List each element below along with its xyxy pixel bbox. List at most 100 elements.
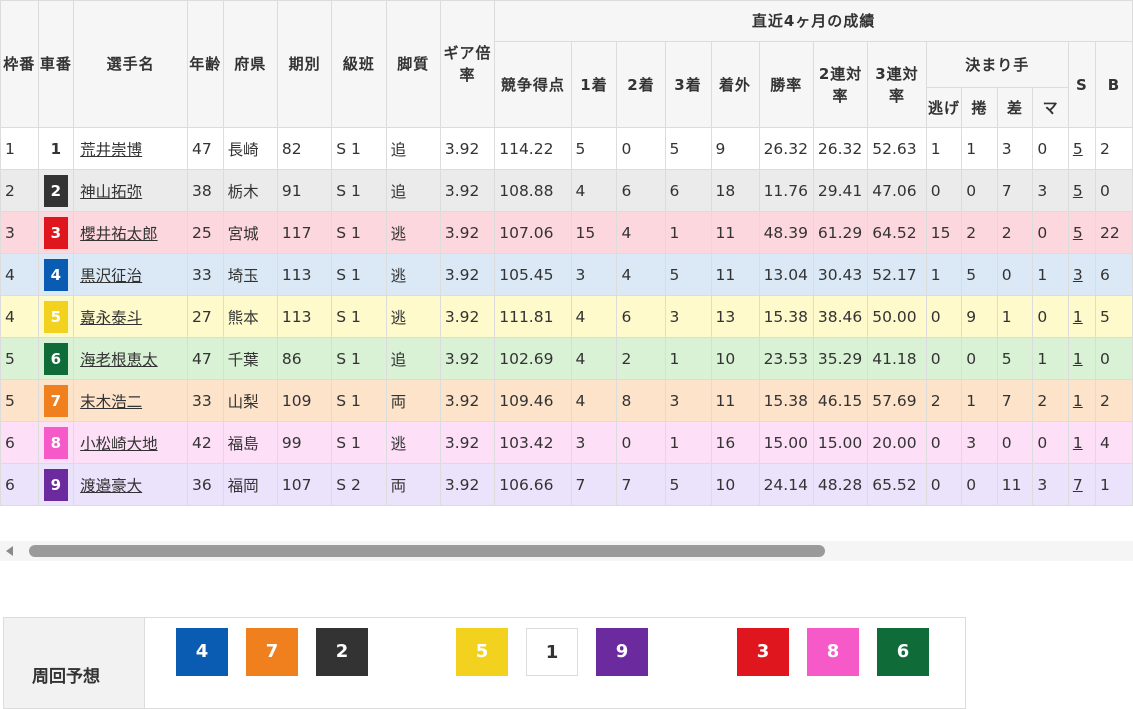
s-count-link[interactable]: 1 xyxy=(1073,392,1083,410)
cell-age: 47 xyxy=(187,337,224,380)
table-row: 5 7 末木浩二 33 山梨 109 S 1 両 3.92 109.46 4 8 3 11 15.38 46.… xyxy=(0,379,1133,422)
cell-first: 4 xyxy=(570,169,618,212)
cell-class: S 1 xyxy=(331,127,387,170)
cell-makuri: 0 xyxy=(961,463,998,506)
s-count-link[interactable]: 7 xyxy=(1073,476,1083,494)
cell-win-rate: 23.53 xyxy=(758,337,814,380)
cell-sashi: 3 xyxy=(996,127,1034,170)
cell-sashi: 7 xyxy=(996,379,1034,422)
lap-forecast-chip: 1 xyxy=(526,628,578,676)
lap-forecast-chip: 8 xyxy=(807,628,859,676)
s-count-link[interactable]: 5 xyxy=(1073,140,1083,158)
cell-sashi: 1 xyxy=(996,295,1034,338)
cell-term: 91 xyxy=(276,169,333,212)
entry-table-body: 1 1 荒井崇博 47 長崎 82 S 1 追 3.92 114.22 5 0 5 9 26.32 26.32… xyxy=(0,127,1133,506)
s-count-link[interactable]: 5 xyxy=(1073,182,1083,200)
cell-third: 5 xyxy=(664,253,712,296)
cell-waku: 3 xyxy=(0,211,39,254)
cell-prefecture: 埼玉 xyxy=(222,253,278,296)
header-nige: 逃げ xyxy=(925,87,963,128)
cell-score: 108.88 xyxy=(494,169,572,212)
player-name-link[interactable]: 櫻井祐太郎 xyxy=(80,225,158,243)
cell-player-name: 嘉永泰斗 xyxy=(73,295,189,338)
car-number-badge: 5 xyxy=(43,300,68,333)
cell-gear: 3.92 xyxy=(439,337,496,380)
cell-waku: 6 xyxy=(0,463,39,506)
cell-first: 3 xyxy=(570,253,618,296)
cell-s: 7 xyxy=(1067,463,1097,506)
scrollbar-thumb[interactable] xyxy=(29,545,825,557)
cell-win-rate: 13.04 xyxy=(758,253,814,296)
cell-style: 追 xyxy=(385,127,441,170)
s-count-link[interactable]: 5 xyxy=(1073,224,1083,242)
cell-waku: 2 xyxy=(0,169,39,212)
cell-b: 0 xyxy=(1095,169,1133,212)
player-name-link[interactable]: 嘉永泰斗 xyxy=(80,309,142,327)
cell-ren3: 57.69 xyxy=(867,379,927,422)
cell-win-rate: 48.39 xyxy=(758,211,814,254)
cell-class: S 2 xyxy=(331,463,387,506)
cell-third: 5 xyxy=(664,127,712,170)
player-name-link[interactable]: 黒沢征治 xyxy=(80,267,142,285)
cell-player-name: 渡邉豪大 xyxy=(73,463,189,506)
cell-b: 2 xyxy=(1095,127,1133,170)
horizontal-scrollbar[interactable] xyxy=(0,541,1133,561)
cell-outside: 11 xyxy=(710,211,760,254)
cell-outside: 11 xyxy=(710,379,760,422)
cell-makuri: 5 xyxy=(961,253,998,296)
cell-ren2: 29.41 xyxy=(812,169,869,212)
s-count-link[interactable]: 1 xyxy=(1073,350,1083,368)
cell-sashi: 2 xyxy=(996,211,1034,254)
cell-makuri: 9 xyxy=(961,295,998,338)
cell-first: 4 xyxy=(570,295,618,338)
cell-score: 111.81 xyxy=(494,295,572,338)
cell-ren3: 64.52 xyxy=(867,211,927,254)
cell-makuri: 1 xyxy=(961,127,998,170)
scroll-left-arrow-icon[interactable] xyxy=(6,546,13,556)
cell-waku: 6 xyxy=(0,421,39,464)
cell-first: 15 xyxy=(570,211,618,254)
header-prefecture: 府県 xyxy=(222,0,278,128)
lap-forecast-chip: 2 xyxy=(316,628,368,676)
cell-player-name: 小松崎大地 xyxy=(73,421,189,464)
cell-gear: 3.92 xyxy=(439,421,496,464)
cell-style: 両 xyxy=(385,379,441,422)
cell-nige: 0 xyxy=(925,169,963,212)
cell-nige: 0 xyxy=(925,337,963,380)
cell-player-name: 黒沢征治 xyxy=(73,253,189,296)
cell-style: 追 xyxy=(385,169,441,212)
cell-first: 5 xyxy=(570,127,618,170)
player-name-link[interactable]: 神山拓弥 xyxy=(80,183,142,201)
cell-s: 3 xyxy=(1067,253,1097,296)
player-name-link[interactable]: 小松崎大地 xyxy=(80,435,158,453)
cell-third: 1 xyxy=(664,211,712,254)
s-count-link[interactable]: 1 xyxy=(1073,434,1083,452)
cell-player-name: 神山拓弥 xyxy=(73,169,189,212)
player-name-link[interactable]: 渡邉豪大 xyxy=(80,477,142,495)
player-name-link[interactable]: 荒井崇博 xyxy=(80,141,142,159)
s-count-link[interactable]: 3 xyxy=(1073,266,1083,284)
car-number-badge: 4 xyxy=(43,258,68,291)
s-count-link[interactable]: 1 xyxy=(1073,308,1083,326)
player-name-link[interactable]: 末木浩二 xyxy=(80,393,142,411)
header-b: B xyxy=(1095,41,1133,128)
cell-second: 8 xyxy=(616,379,666,422)
player-name-link[interactable]: 海老根恵太 xyxy=(80,351,158,369)
cell-style: 逃 xyxy=(385,211,441,254)
cell-score: 109.46 xyxy=(494,379,572,422)
cell-score: 105.45 xyxy=(494,253,572,296)
header-car-number: 車番 xyxy=(37,0,75,128)
cell-makuri: 0 xyxy=(961,169,998,212)
cell-car-number: 4 xyxy=(37,253,75,296)
lap-forecast-label: 周回予想 xyxy=(32,667,100,687)
header-sashi: 差 xyxy=(996,87,1034,128)
cell-prefecture: 千葉 xyxy=(222,337,278,380)
cell-prefecture: 福岡 xyxy=(222,463,278,506)
header-ma: マ xyxy=(1032,87,1069,128)
cell-win-rate: 24.14 xyxy=(758,463,814,506)
cell-age: 36 xyxy=(187,463,224,506)
cell-ren2: 30.43 xyxy=(812,253,869,296)
cell-b: 2 xyxy=(1095,379,1133,422)
cell-car-number: 3 xyxy=(37,211,75,254)
cell-nige: 1 xyxy=(925,253,963,296)
